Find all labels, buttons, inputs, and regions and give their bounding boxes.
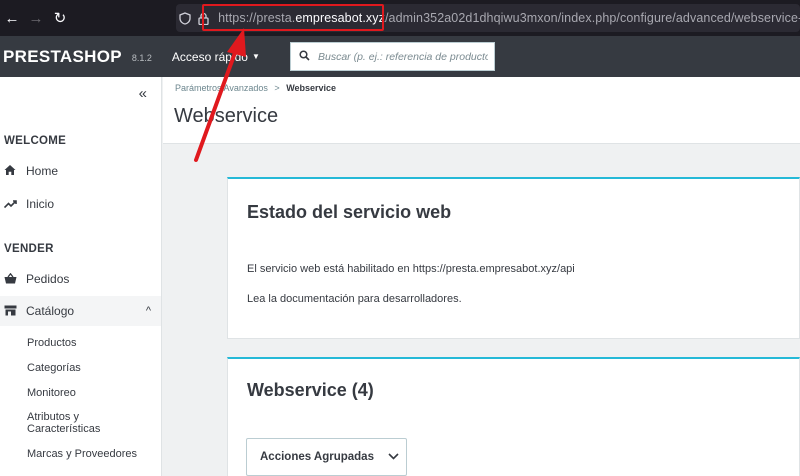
url-text[interactable]: https://presta.empresabot.xyz/admin352a0… — [218, 11, 800, 25]
breadcrumb-current: Webservice — [286, 83, 337, 93]
forward-button[interactable]: → — [24, 0, 48, 36]
version-label: 8.1.2 — [131, 52, 152, 63]
quick-access-label: Acceso rápido — [171, 49, 248, 64]
sidebar-subitem-marcas[interactable]: Marcas y Proveedores — [27, 448, 137, 460]
page-header: Parámetros Avanzados > Webservice Webser… — [163, 77, 800, 144]
sidebar-item-label: Home — [26, 164, 59, 178]
prestashop-logo[interactable]: PRESTASHOP — [3, 47, 122, 67]
url-prefix: https://presta. — [218, 11, 296, 25]
url-domain: empresabot.xyz — [295, 11, 385, 25]
trending-up-icon — [0, 197, 26, 212]
caret-down-icon: ▼ — [251, 52, 260, 61]
api-url-link[interactable]: https://presta.empresabot.xyz/api — [413, 263, 575, 275]
bulk-actions-label: Acciones Agrupadas — [260, 451, 374, 463]
catalog-search[interactable] — [290, 42, 495, 71]
url-path: /admin352a02d1dhqiwu3mxon/index.php/conf… — [384, 11, 800, 25]
shopping-basket-icon — [0, 272, 26, 287]
breadcrumb-parent[interactable]: Parámetros Avanzados — [175, 83, 268, 93]
section-title-welcome: WELCOME — [4, 135, 67, 147]
search-input[interactable] — [318, 50, 488, 63]
store-icon — [0, 304, 26, 319]
sidebar-subitem-monitoreo[interactable]: Monitoreo — [27, 387, 76, 399]
browser-toolbar: ← → ↻ https://presta.empresabot.xyz/admi… — [0, 0, 800, 36]
lock-icon[interactable] — [194, 4, 212, 32]
sidebar-nav: « WELCOME Home Inicio VENDER Pedidos Cat… — [0, 77, 162, 476]
sidebar-item-pedidos[interactable]: Pedidos — [0, 264, 161, 294]
status-card-title: Estado del servicio web — [247, 202, 452, 222]
section-title-vender: VENDER — [4, 243, 54, 255]
back-button[interactable]: ← — [0, 0, 24, 36]
chevron-down-icon — [388, 451, 399, 463]
shield-icon[interactable] — [176, 4, 194, 32]
url-bar[interactable]: https://presta.empresabot.xyz/admin352a0… — [176, 4, 800, 32]
sidebar-item-label: Inicio — [26, 197, 55, 211]
arrow-left-icon: ← — [4, 9, 20, 27]
status-enabled-prefix: El servicio web está habilitado en — [247, 263, 413, 275]
sidebar-item-label: Catálogo — [26, 304, 75, 318]
page-root: ← → ↻ https://presta.empresabot.xyz/admi… — [0, 0, 800, 476]
sidebar-item-home[interactable]: Home — [0, 156, 161, 186]
home-icon — [0, 164, 26, 179]
quick-access-dropdown[interactable]: Acceso rápido ▼ — [172, 50, 260, 64]
chevron-up-icon: ^ — [145, 305, 151, 317]
search-icon — [299, 49, 310, 64]
collapse-sidebar-icon[interactable]: « — [139, 85, 147, 102]
arrow-right-icon: → — [28, 9, 44, 27]
sidebar-item-label: Pedidos — [26, 272, 70, 286]
sidebar-subitem-productos[interactable]: Productos — [27, 337, 77, 349]
breadcrumb-separator: > — [274, 83, 280, 93]
page-title: Webservice — [174, 105, 279, 127]
documentation-text[interactable]: Lea la documentación para desarrolladore… — [247, 293, 462, 305]
webservice-status-card: Estado del servicio web El servicio web … — [227, 177, 800, 339]
sidebar-subitem-atributos[interactable]: Atributos y Características — [27, 411, 127, 435]
admin-header: PRESTASHOP 8.1.2 Acceso rápido ▼ — [0, 36, 800, 77]
sidebar-subitem-categorias[interactable]: Categorías — [27, 362, 81, 374]
status-enabled-text: El servicio web está habilitado en https… — [247, 263, 575, 275]
reload-icon: ↻ — [53, 10, 67, 27]
reload-button[interactable]: ↻ — [48, 0, 72, 36]
breadcrumb: Parámetros Avanzados > Webservice — [175, 83, 336, 93]
sidebar-item-inicio[interactable]: Inicio — [0, 189, 161, 219]
list-card-title: Webservice (4) — [247, 380, 374, 400]
sidebar-item-catalogo[interactable]: Catálogo ^ — [0, 296, 161, 326]
bulk-actions-button[interactable]: Acciones Agrupadas — [246, 438, 407, 476]
